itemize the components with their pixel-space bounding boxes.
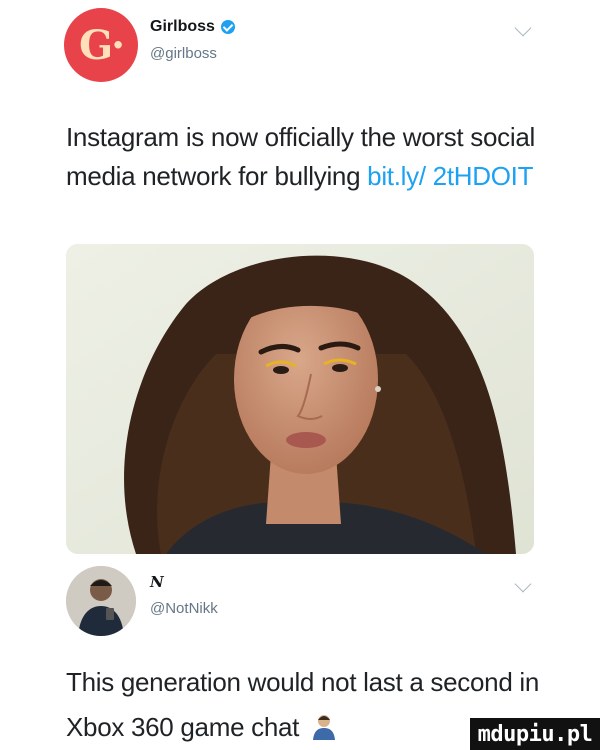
notnikk-avatar[interactable] bbox=[66, 566, 136, 636]
watermark-logo: mdupiu.pl bbox=[470, 718, 600, 750]
tweet-body: This generation would not last a second … bbox=[66, 667, 540, 742]
person-emoji-icon bbox=[313, 715, 336, 740]
portrait-photo-icon bbox=[66, 244, 534, 554]
author-handle[interactable]: @NotNikk bbox=[150, 600, 218, 617]
author-name[interactable]: Girlboss bbox=[150, 18, 215, 36]
girlboss-avatar[interactable]: G· bbox=[64, 8, 138, 82]
author-row: Girlboss bbox=[150, 18, 235, 36]
tweet-photo[interactable] bbox=[66, 244, 534, 554]
user-avatar-icon bbox=[66, 566, 136, 636]
girlboss-logo: G· bbox=[78, 21, 125, 69]
chevron-down-icon[interactable] bbox=[514, 575, 532, 593]
tweet-girlboss[interactable]: G· Girlboss @girlboss Instagram is now o… bbox=[0, 0, 600, 560]
verified-badge-icon bbox=[220, 20, 235, 34]
author-name[interactable]: N bbox=[150, 573, 164, 591]
chevron-down-icon[interactable] bbox=[514, 19, 532, 37]
author-handle[interactable]: @girlboss bbox=[150, 45, 217, 62]
tweet-text: Instagram is now officially the worst so… bbox=[66, 118, 566, 196]
watermark-text: mdupiu.pl bbox=[477, 721, 593, 747]
tweet-link[interactable]: bit.ly/ 2tHDOIT bbox=[367, 161, 533, 191]
